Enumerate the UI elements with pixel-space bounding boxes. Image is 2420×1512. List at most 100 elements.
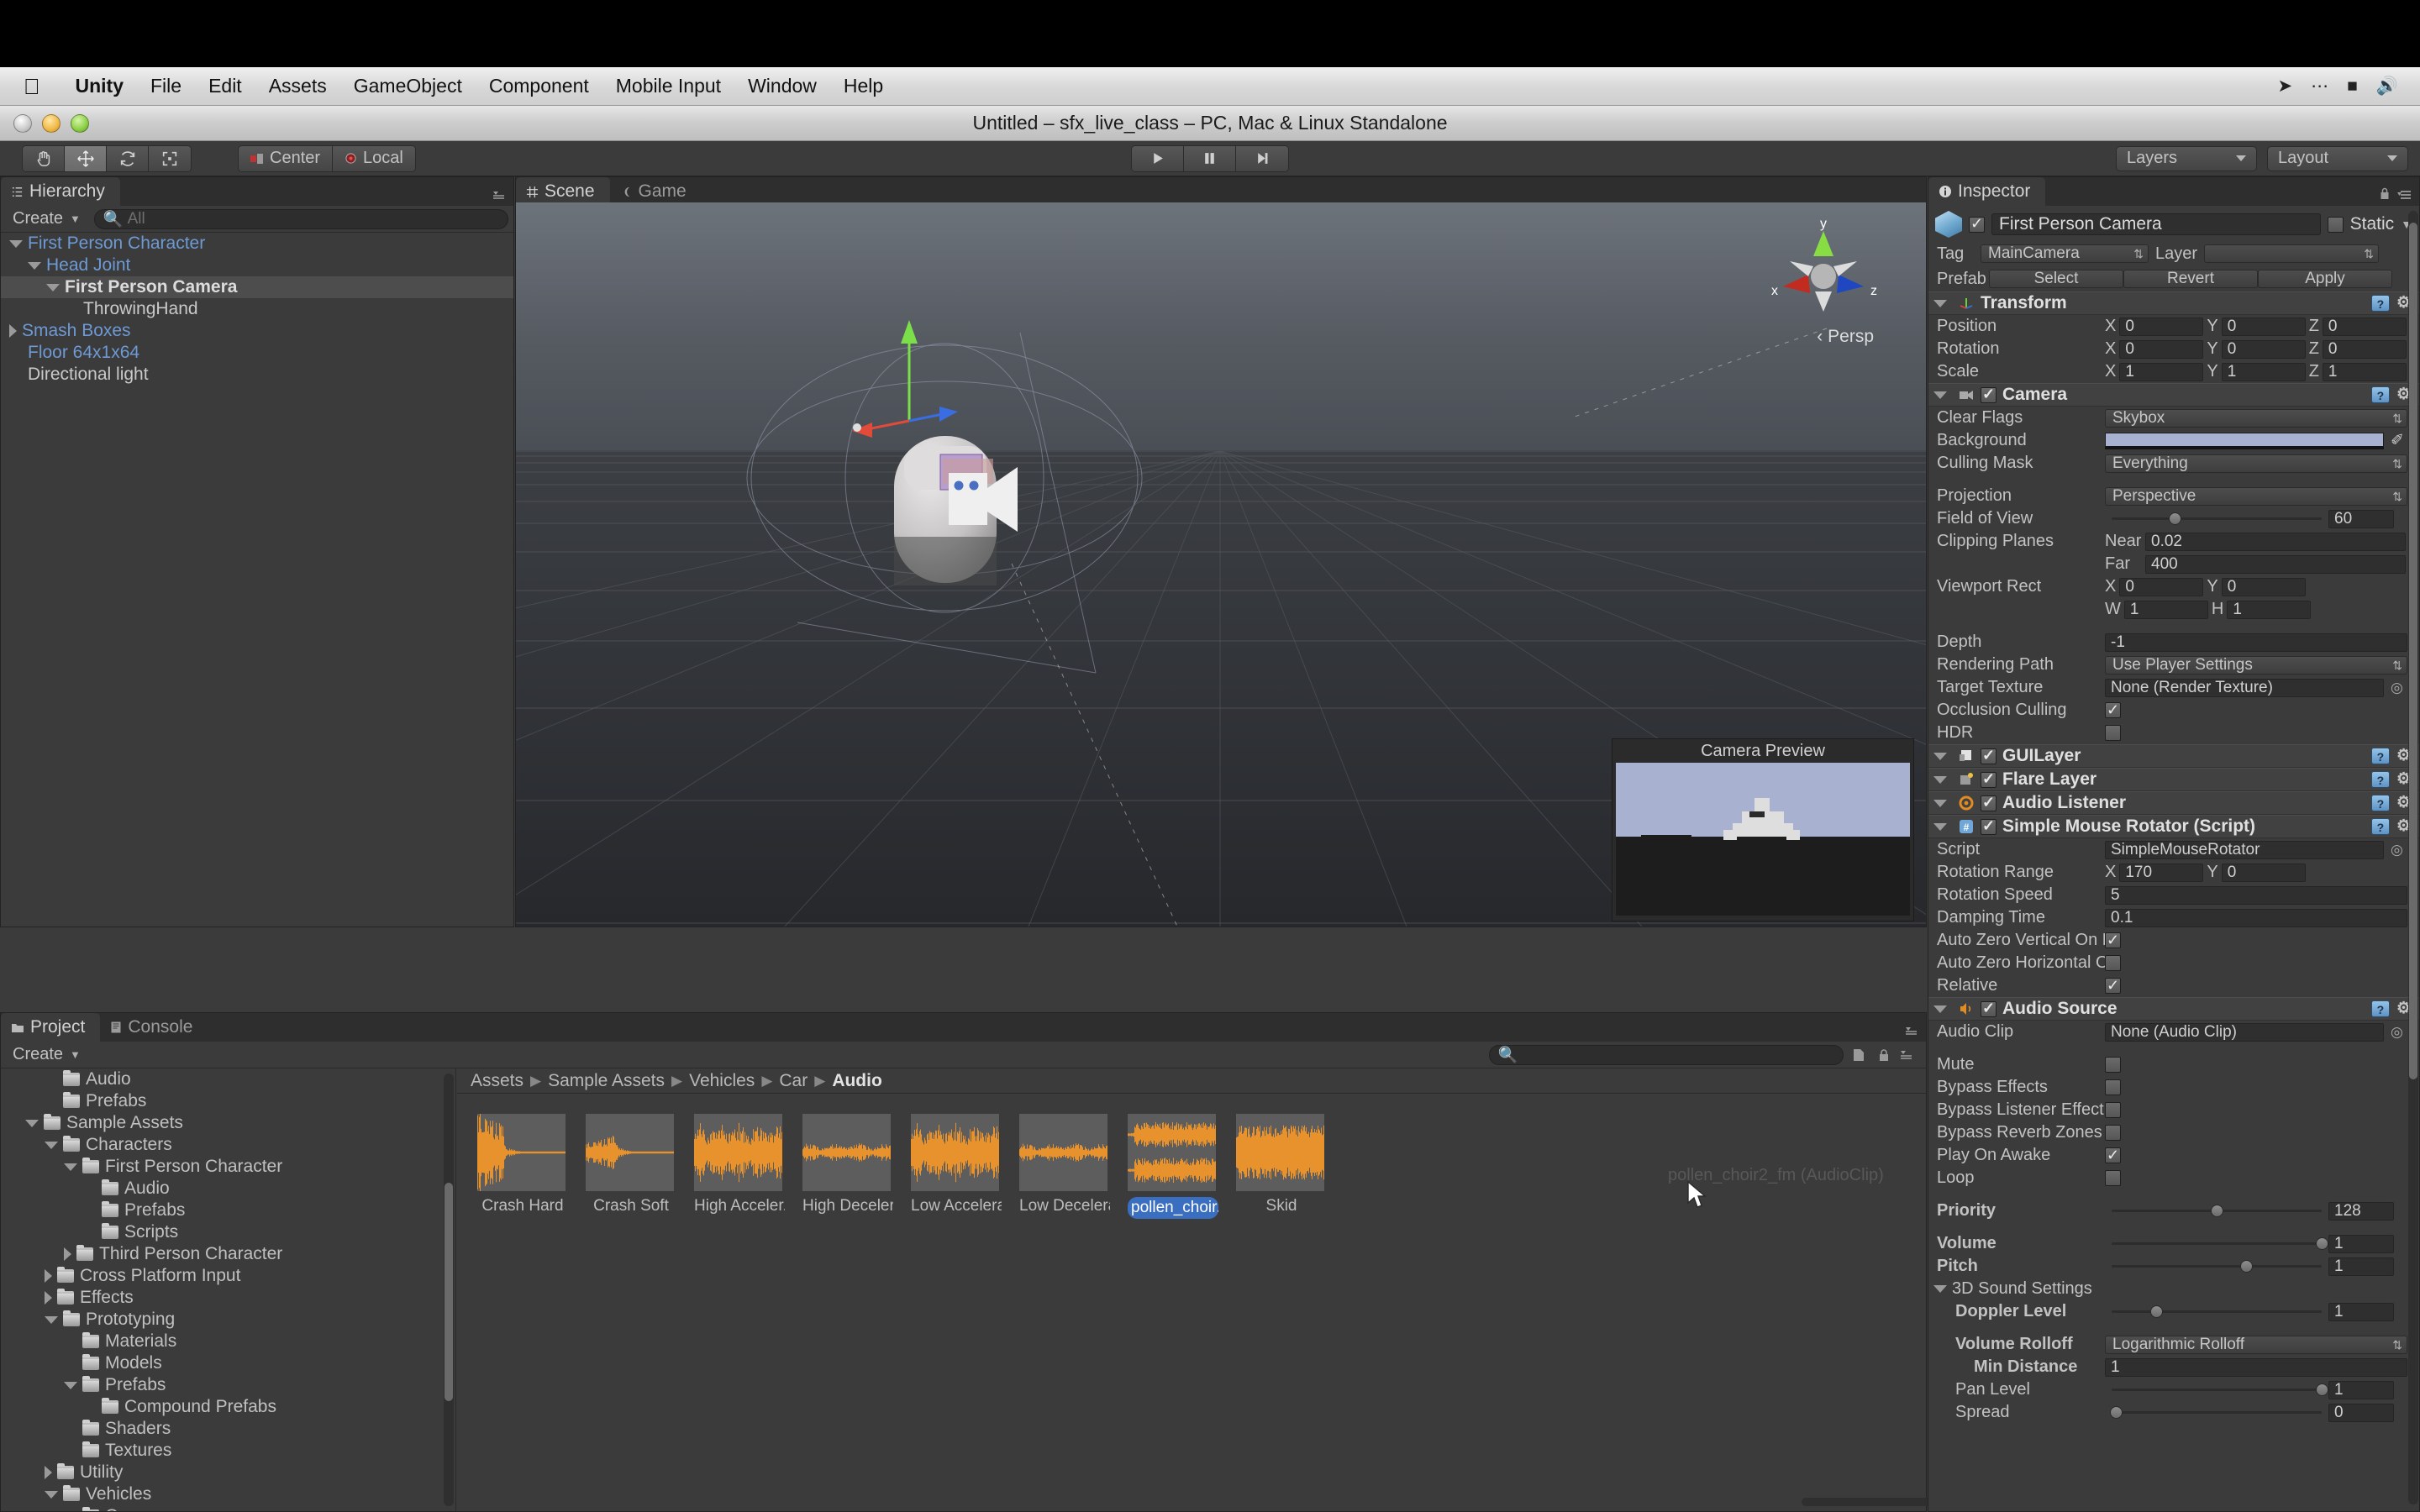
tab-game[interactable]: Game — [610, 177, 702, 206]
menu-item-assets[interactable]: Assets — [255, 75, 340, 97]
component-enabled-checkbox[interactable] — [1981, 1001, 1996, 1017]
hierarchy-item[interactable]: Floor 64x1x64 — [1, 342, 513, 364]
menu-item-gameobject[interactable]: GameObject — [340, 75, 476, 97]
hierarchy-item[interactable]: ThrowingHand — [1, 298, 513, 320]
slider-track[interactable] — [2112, 1210, 2322, 1212]
component-enabled-checkbox[interactable] — [1981, 795, 1996, 811]
layer-dropdown[interactable]: ⇅ — [2204, 244, 2379, 263]
step-button[interactable] — [1236, 146, 1288, 171]
eyedropper-icon[interactable]: ✐ — [2391, 431, 2404, 450]
property-checkbox[interactable] — [2105, 978, 2121, 994]
help-icon[interactable]: ? — [2371, 818, 2390, 835]
project-tree-item[interactable]: Scripts — [1, 1221, 455, 1243]
component-enabled-checkbox[interactable] — [1981, 772, 1996, 788]
slider-knob[interactable] — [2150, 1305, 2163, 1318]
project-tree-item[interactable]: Prefabs — [1, 1200, 455, 1221]
object-picker-icon[interactable]: ◎ — [2391, 842, 2403, 858]
asset-item[interactable]: Low Decelera... — [1019, 1114, 1110, 1219]
value-field[interactable]: 5 — [2105, 886, 2407, 905]
hierarchy-item[interactable]: Head Joint — [1, 255, 513, 276]
lock-icon[interactable] — [1877, 1048, 1891, 1062]
pivot-center-button[interactable]: Center — [239, 146, 333, 171]
ellipsis-icon[interactable]: ⋯ — [2311, 76, 2328, 97]
property-checkbox[interactable] — [2105, 1079, 2121, 1095]
tab-project[interactable]: Project — [1, 1013, 100, 1042]
object-enabled-checkbox[interactable] — [1969, 217, 1985, 233]
value-field[interactable]: None (Audio Clip) — [2105, 1023, 2384, 1042]
twisty-closed-icon[interactable] — [64, 1247, 71, 1261]
play-button[interactable] — [1132, 146, 1184, 171]
asset-item[interactable]: Skid — [1236, 1114, 1327, 1219]
twisty-open-icon[interactable] — [1933, 1005, 1947, 1013]
rotate-tool-icon[interactable] — [107, 146, 149, 171]
value-field[interactable]: 1 — [2124, 601, 2208, 619]
twisty-closed-icon[interactable] — [45, 1466, 52, 1479]
project-tree-item[interactable]: Shaders — [1, 1418, 455, 1440]
help-icon[interactable]: ? — [2371, 295, 2390, 312]
prefab-revert-button[interactable]: Revert — [2123, 270, 2258, 288]
value-field[interactable]: 170 — [2119, 864, 2203, 882]
slider-track[interactable] — [2112, 1389, 2322, 1391]
volume-icon[interactable]: 🔊 — [2376, 76, 2398, 97]
twisty-open-icon[interactable] — [1933, 300, 1947, 307]
value-field[interactable]: 1 — [2323, 363, 2407, 381]
project-tree-item[interactable]: Third Person Character — [1, 1243, 455, 1265]
twisty-open-icon[interactable] — [1933, 753, 1947, 760]
project-tree-item[interactable]: Vehicles — [1, 1483, 455, 1505]
lock-icon[interactable] — [2379, 187, 2391, 200]
prefab-apply-button[interactable]: Apply — [2258, 270, 2392, 288]
value-field[interactable]: 1 — [2328, 1303, 2394, 1321]
project-tree-item[interactable]: Effects — [1, 1287, 455, 1309]
prefab-select-button[interactable]: Select — [1989, 270, 2123, 288]
twisty-open-icon[interactable] — [64, 1163, 77, 1171]
component-enabled-checkbox[interactable] — [1981, 748, 1996, 764]
asset-item[interactable]: High Acceler... — [694, 1114, 785, 1219]
twisty-open-icon[interactable] — [1933, 823, 1947, 831]
hierarchy-create-button[interactable]: Create ▼ — [6, 209, 87, 229]
hierarchy-item[interactable]: Smash Boxes — [1, 320, 513, 342]
project-tree-item[interactable]: Prefabs — [1, 1090, 455, 1112]
asset-item[interactable]: Crash Soft — [586, 1114, 676, 1219]
scene-projection-label[interactable]: ‹ Persp — [1817, 327, 1874, 347]
project-tree-scroll-thumb[interactable] — [445, 1183, 453, 1401]
project-tree-item[interactable]: Car — [1, 1505, 455, 1511]
property-checkbox[interactable] — [2105, 1147, 2121, 1163]
value-field[interactable]: 60 — [2328, 510, 2394, 528]
object-picker-icon[interactable]: ◎ — [2391, 1024, 2403, 1041]
menu-item-unity[interactable]: Unity — [62, 75, 138, 97]
asset-waveform-thumbnail[interactable] — [1236, 1114, 1324, 1191]
help-icon[interactable]: ? — [2371, 771, 2390, 788]
slider-knob[interactable] — [2169, 512, 2181, 525]
project-tree-scrollbar[interactable] — [444, 1074, 454, 1506]
value-field[interactable]: 0.1 — [2105, 909, 2407, 927]
menu-item-edit[interactable]: Edit — [195, 75, 255, 97]
value-field[interactable]: 0 — [2119, 318, 2203, 336]
project-tree-item[interactable]: Cross Platform Input — [1, 1265, 455, 1287]
menu-item-window[interactable]: Window — [734, 75, 830, 97]
twisty-open-icon[interactable] — [46, 284, 60, 291]
hierarchy-item[interactable]: First Person Camera — [1, 276, 513, 298]
component-header[interactable]: Camera?⚙ — [1928, 383, 2419, 407]
slider-track[interactable] — [2112, 1310, 2322, 1313]
asset-item[interactable]: Crash Hard — [477, 1114, 568, 1219]
hamburger-icon[interactable] — [2397, 188, 2412, 200]
property-checkbox[interactable] — [2105, 932, 2121, 948]
battery-icon[interactable]: ■ — [2347, 76, 2358, 97]
component-header[interactable]: Audio Listener?⚙ — [1928, 791, 2419, 815]
scene-viewport[interactable]: y x z ‹ Persp Camera Preview — [516, 202, 1926, 927]
component-enabled-checkbox[interactable] — [1981, 387, 1996, 403]
twisty-open-icon[interactable] — [1933, 776, 1947, 784]
static-checkbox[interactable] — [2328, 217, 2344, 233]
hierarchy-item[interactable]: First Person Character — [1, 233, 513, 255]
hierarchy-item[interactable]: Directional light — [1, 364, 513, 386]
project-tree-item[interactable]: Models — [1, 1352, 455, 1374]
project-options-icon[interactable] — [1899, 1048, 1914, 1060]
move-tool-icon[interactable] — [65, 146, 107, 171]
project-tree-item[interactable]: Audio — [1, 1068, 455, 1090]
slider-knob[interactable] — [2211, 1205, 2223, 1217]
property-checkbox[interactable] — [2105, 725, 2121, 741]
twisty-open-icon[interactable] — [28, 262, 41, 270]
value-field[interactable]: 0 — [2222, 340, 2306, 359]
property-dropdown[interactable]: Skybox⇅ — [2105, 409, 2407, 428]
value-field[interactable]: 128 — [2328, 1202, 2394, 1221]
